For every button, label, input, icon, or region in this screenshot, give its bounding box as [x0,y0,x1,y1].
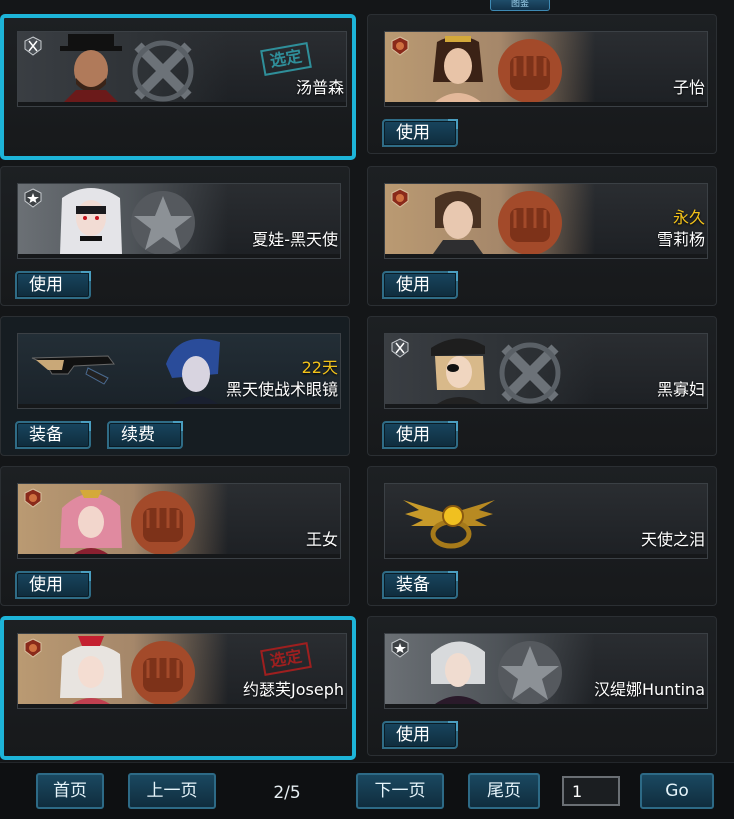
use-button[interactable]: 使用 [15,271,91,299]
star-emblem-icon [498,641,562,705]
use-button[interactable]: 使用 [382,119,458,147]
use-button[interactable]: 使用 [15,571,91,599]
character-card-thompson[interactable]: 选定 汤普森 [0,14,356,160]
item-card-angel-tear[interactable]: 天使之泪 装备 [367,466,717,606]
character-card-princess[interactable]: 王女 使用 [0,466,350,606]
character-card-eve-black-angel[interactable]: 夏娃-黑天使 使用 [0,166,350,306]
fist-rank-icon [24,488,42,508]
first-page-button[interactable]: 首页 [36,773,104,809]
fist-emblem-icon [498,191,562,255]
star-emblem-icon [131,191,195,255]
duration-label: 22天 [301,358,338,377]
fist-emblem-icon [131,491,195,555]
character-portrait-icon [166,338,220,404]
crossed-swords-emblem-icon [132,40,194,102]
item-card-black-angel-goggles[interactable]: 22天 黑天使战术眼镜 装备 续费 [0,316,350,456]
character-portrait-icon [60,34,122,102]
character-portrait-icon [60,490,122,554]
renew-button[interactable]: 续费 [107,421,183,449]
duration-label: 永久 [672,208,705,227]
last-page-button[interactable]: 尾页 [468,773,540,809]
crossed-swords-emblem-icon [499,342,561,404]
character-card-shirley-yang[interactable]: 永久 雪莉杨 使用 [367,166,717,306]
top-tab[interactable]: 图鉴 [490,0,550,11]
crossed-swords-rank-icon [391,338,409,358]
crossed-swords-rank-icon [24,36,42,56]
use-button[interactable]: 使用 [382,421,458,449]
use-button[interactable]: 使用 [382,721,458,749]
goggles-item-icon [31,355,115,385]
character-name: 子怡 [672,78,705,97]
character-portrait-icon [60,636,122,704]
selected-stamp: 选定 [260,42,312,76]
character-name: 王女 [305,530,338,549]
equip-button[interactable]: 装备 [15,421,91,449]
fist-rank-icon [24,638,42,658]
character-card-huntina[interactable]: 汉缇娜Huntina 使用 [367,616,717,756]
item-name: 黑天使战术眼镜 [225,380,338,399]
prev-page-button[interactable]: 上一页 [128,773,216,809]
star-rank-icon [24,188,42,208]
character-name: 黑寡妇 [656,380,705,399]
next-page-button[interactable]: 下一页 [356,773,444,809]
page-number-input[interactable] [562,776,620,806]
character-name: 汤普森 [295,78,344,97]
character-card-joseph[interactable]: 选定 约瑟芙Joseph [0,616,356,760]
go-button[interactable]: Go [640,773,714,809]
character-name: 夏娃-黑天使 [252,230,338,249]
pagination-bar: 首页 上一页 2/5 下一页 尾页 Go [0,762,734,819]
fist-emblem-icon [498,39,562,103]
winged-ring-item-icon [403,500,495,549]
fist-rank-icon [391,188,409,208]
selected-stamp: 选定 [260,642,312,676]
fist-rank-icon [391,36,409,56]
character-name: 雪莉杨 [656,230,705,249]
character-portrait-icon [431,641,485,704]
use-button[interactable]: 使用 [382,271,458,299]
character-portrait-icon [431,338,485,404]
equip-button[interactable]: 装备 [382,571,458,599]
character-portrait-icon [433,36,483,102]
page-indicator: 2/5 [273,783,301,803]
star-rank-icon [391,638,409,658]
character-name: 约瑟芙Joseph [243,680,344,699]
character-portrait-icon [60,188,122,254]
character-inventory-panel: 图鉴 选定 汤普森 子怡 使用 夏娃-黑天使 使用 永久 雪莉杨 使用 22天 … [0,0,734,819]
character-portrait-icon [433,191,483,254]
item-name: 天使之泪 [640,530,705,549]
character-card-black-widow[interactable]: 黑寡妇 使用 [367,316,717,456]
character-card-ziyi[interactable]: 子怡 使用 [367,14,717,154]
fist-emblem-icon [131,641,195,705]
character-name: 汉缇娜Huntina [594,680,705,699]
